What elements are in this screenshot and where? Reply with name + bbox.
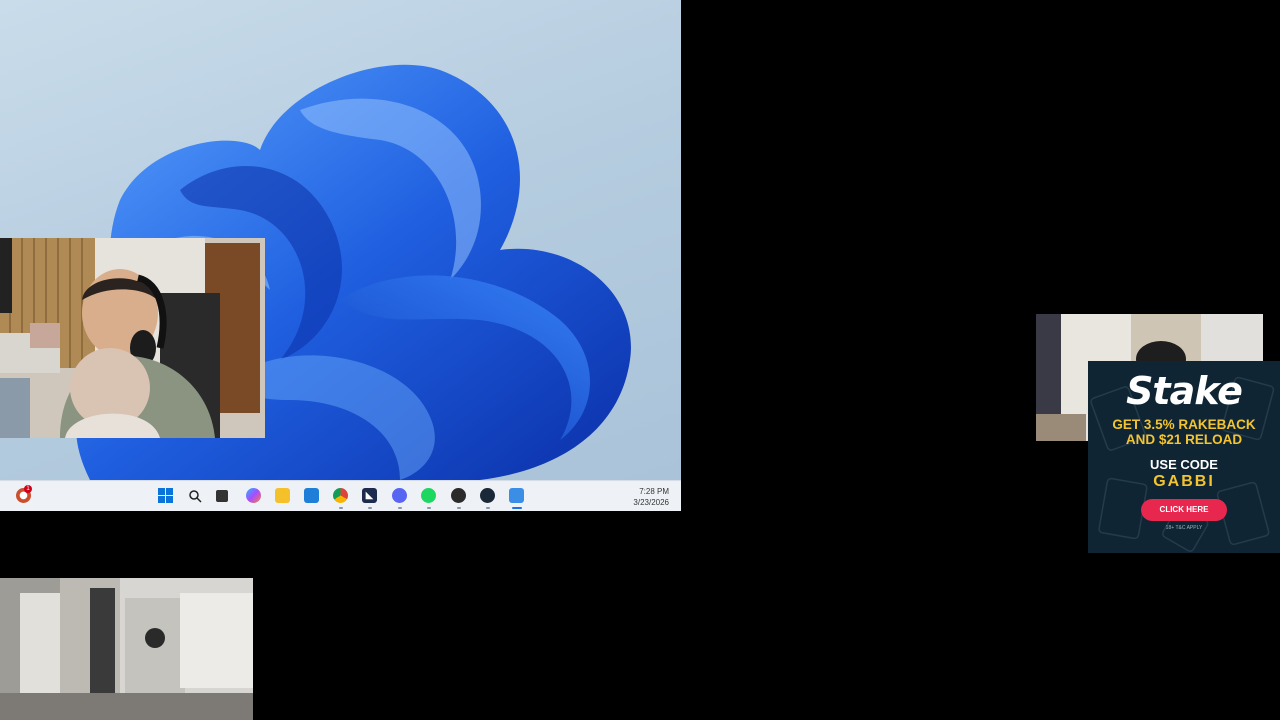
store-icon[interactable]	[304, 488, 319, 503]
ad-promo-line-1: GET 3.5% RAKEBACK	[1112, 417, 1256, 432]
ad-use-code-label: USE CODE	[1150, 457, 1218, 472]
steam-icon[interactable]	[480, 488, 495, 503]
running-indicator	[457, 507, 461, 509]
spotify-icon[interactable]	[421, 488, 436, 503]
chrome-icon[interactable]	[333, 488, 348, 503]
webcam-overlay	[0, 238, 265, 438]
active-indicator	[512, 507, 522, 509]
windows-start-icon[interactable]	[158, 488, 173, 503]
clock-date: 3/23/2026	[633, 498, 669, 507]
secondary-webcam	[0, 578, 253, 720]
ad-click-here-button[interactable]: CLICK HERE	[1141, 499, 1227, 521]
ad-promo-line-2: AND $21 RELOAD	[1125, 432, 1243, 447]
running-indicator	[368, 507, 372, 509]
ad-terms: 18+ T&C APPLY	[1165, 525, 1203, 531]
taskbar: ● ◣ 7:28 PM 3/23/2026	[0, 480, 681, 511]
file-explorer-icon[interactable]	[275, 488, 290, 503]
running-indicator	[398, 507, 402, 509]
stake-logo: Stake	[1126, 369, 1243, 413]
discord-icon[interactable]	[392, 488, 407, 503]
obs-icon[interactable]	[451, 488, 466, 503]
secondary-webcam-scene	[0, 578, 253, 720]
running-indicator	[339, 507, 343, 509]
ad-promo-text: GET 3.5% RAKEBACK AND $21 RELOAD	[1088, 417, 1280, 447]
running-indicator	[427, 507, 431, 509]
task-view-icon[interactable]	[216, 490, 228, 502]
system-clock[interactable]: 7:28 PM 3/23/2026	[633, 486, 669, 508]
vscode-icon[interactable]: ◣	[362, 488, 377, 503]
copilot-icon[interactable]	[246, 488, 261, 503]
sponsor-ad-banner[interactable]: Stake GET 3.5% RAKEBACK AND $21 RELOAD U…	[1088, 361, 1280, 553]
running-indicator	[486, 507, 490, 509]
clock-time: 7:28 PM	[639, 487, 669, 496]
ad-promo-code: GABBI	[1153, 473, 1215, 490]
webcam-scene	[0, 238, 260, 438]
photos-icon[interactable]	[509, 488, 524, 503]
notification-badge: 1	[24, 485, 32, 493]
search-icon[interactable]	[187, 488, 202, 503]
